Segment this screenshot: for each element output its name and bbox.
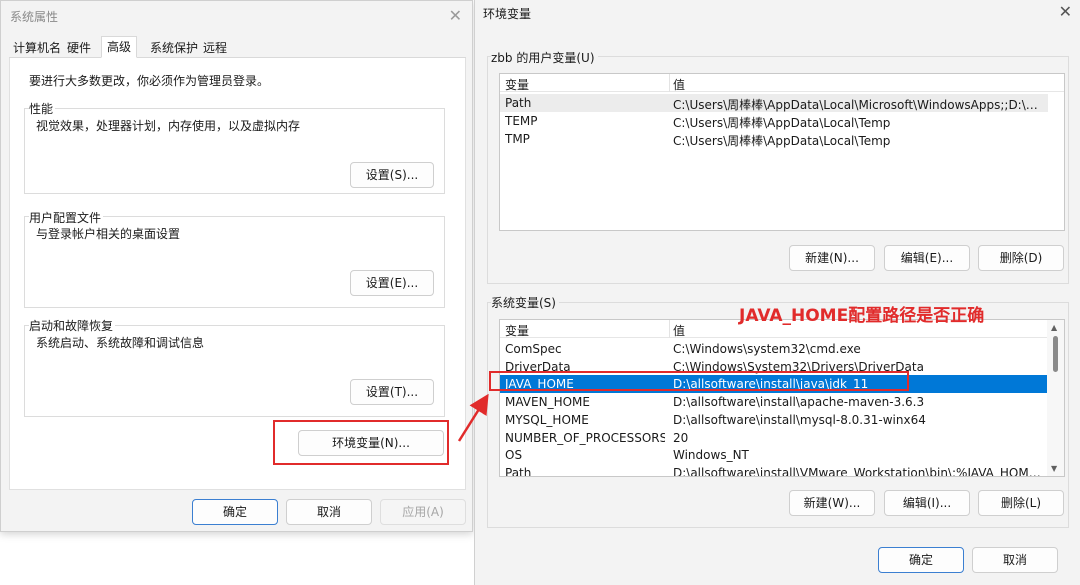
startup-recovery-description: 系统启动、系统故障和调试信息 xyxy=(36,336,205,350)
startup-recovery-group: 系统启动、系统故障和调试信息 设置(T)... xyxy=(24,325,445,417)
system-delete-button[interactable]: 删除(L) xyxy=(978,490,1064,516)
table-row[interactable]: OS Windows_NT xyxy=(500,446,1048,464)
cancel-button[interactable]: 取消 xyxy=(286,499,372,525)
user-profiles-settings-button[interactable]: 设置(E)... xyxy=(350,270,434,296)
tab-advanced[interactable]: 高级 xyxy=(101,36,138,58)
user-new-button[interactable]: 新建(N)... xyxy=(789,245,875,271)
tab-computer-name[interactable]: 计算机名 xyxy=(11,38,63,58)
system-new-button[interactable]: 新建(W)... xyxy=(789,490,875,516)
system-variables-list[interactable]: 变量 值 ComSpec C:\Windows\system32\cmd.exe… xyxy=(499,319,1065,477)
performance-group: 视觉效果，处理器计划，内存使用，以及虚拟内存 设置(S)... xyxy=(24,108,445,194)
tab-remote[interactable]: 远程 xyxy=(201,38,229,58)
table-row[interactable]: MYSQL_HOME D:\allsoftware\install\mysql-… xyxy=(500,411,1048,429)
column-variable[interactable]: 变量 xyxy=(505,322,529,339)
java-home-highlight xyxy=(489,371,909,391)
startup-recovery-label: 启动和故障恢复 xyxy=(29,317,116,334)
vertical-scrollbar[interactable]: ▲ ▼ xyxy=(1047,320,1064,476)
environment-variables-dialog: 环境变量 ✕ zbb 的用户变量(U) 变量 值 Path C:\Users\周… xyxy=(474,0,1080,585)
user-delete-button[interactable]: 删除(D) xyxy=(978,245,1064,271)
list-header: 变量 值 xyxy=(500,74,1064,92)
scroll-up-icon[interactable]: ▲ xyxy=(1051,323,1057,332)
table-row[interactable]: Path C:\Users\周棒棒\AppData\Local\Microsof… xyxy=(500,94,1048,112)
performance-description: 视觉效果，处理器计划，内存使用，以及虚拟内存 xyxy=(36,119,301,133)
table-row[interactable]: MAVEN_HOME D:\allsoftware\install\apache… xyxy=(500,393,1048,411)
dialog-title: 环境变量 xyxy=(483,7,532,21)
close-icon[interactable]: ✕ xyxy=(449,6,462,25)
apply-button[interactable]: 应用(A) xyxy=(380,499,466,525)
performance-label: 性能 xyxy=(29,100,56,117)
user-variables-label: zbb 的用户变量(U) xyxy=(491,49,598,66)
performance-settings-button[interactable]: 设置(S)... xyxy=(350,162,434,188)
user-edit-button[interactable]: 编辑(E)... xyxy=(884,245,970,271)
title-bar[interactable]: 系统属性 ✕ xyxy=(1,1,472,31)
tab-strip: 计算机名 硬件 高级 系统保护 远程 xyxy=(9,36,466,58)
user-profiles-description: 与登录帐户相关的桌面设置 xyxy=(36,227,181,241)
table-row[interactable]: Path D:\allsoftware\install\VMware_Works… xyxy=(500,464,1048,476)
cancel-button[interactable]: 取消 xyxy=(972,547,1058,573)
system-edit-button[interactable]: 编辑(I)... xyxy=(884,490,970,516)
ok-button[interactable]: 确定 xyxy=(878,547,964,573)
tab-system-protection[interactable]: 系统保护 xyxy=(148,38,200,58)
user-profiles-group: 与登录帐户相关的桌面设置 设置(E)... xyxy=(24,216,445,308)
admin-notice: 要进行大多数更改，你必须作为管理员登录。 xyxy=(29,74,270,88)
ok-button[interactable]: 确定 xyxy=(192,499,278,525)
scroll-thumb[interactable] xyxy=(1053,336,1058,372)
table-row[interactable]: NUMBER_OF_PROCESSORS 20 xyxy=(500,429,1048,447)
system-variables-label: 系统变量(S) xyxy=(491,294,559,311)
table-row[interactable]: ComSpec C:\Windows\system32\cmd.exe xyxy=(500,340,1048,358)
table-row[interactable]: TMP C:\Users\周棒棒\AppData\Local\Temp xyxy=(500,130,1048,148)
user-variables-list[interactable]: 变量 值 Path C:\Users\周棒棒\AppData\Local\Mic… xyxy=(499,73,1065,231)
scroll-down-icon[interactable]: ▼ xyxy=(1051,464,1057,473)
column-value[interactable]: 值 xyxy=(673,76,685,93)
close-icon[interactable]: ✕ xyxy=(1059,2,1072,21)
table-row[interactable]: TEMP C:\Users\周棒棒\AppData\Local\Temp xyxy=(500,112,1048,130)
tab-hardware[interactable]: 硬件 xyxy=(65,38,93,58)
env-button-highlight xyxy=(273,420,449,465)
column-variable[interactable]: 变量 xyxy=(505,76,529,93)
column-value[interactable]: 值 xyxy=(673,322,685,339)
dialog-title: 系统属性 xyxy=(10,10,59,24)
startup-recovery-settings-button[interactable]: 设置(T)... xyxy=(350,379,434,405)
annotation-text: JAVA_HOME配置路径是否正确 xyxy=(739,306,985,326)
user-profiles-label: 用户配置文件 xyxy=(29,209,104,226)
